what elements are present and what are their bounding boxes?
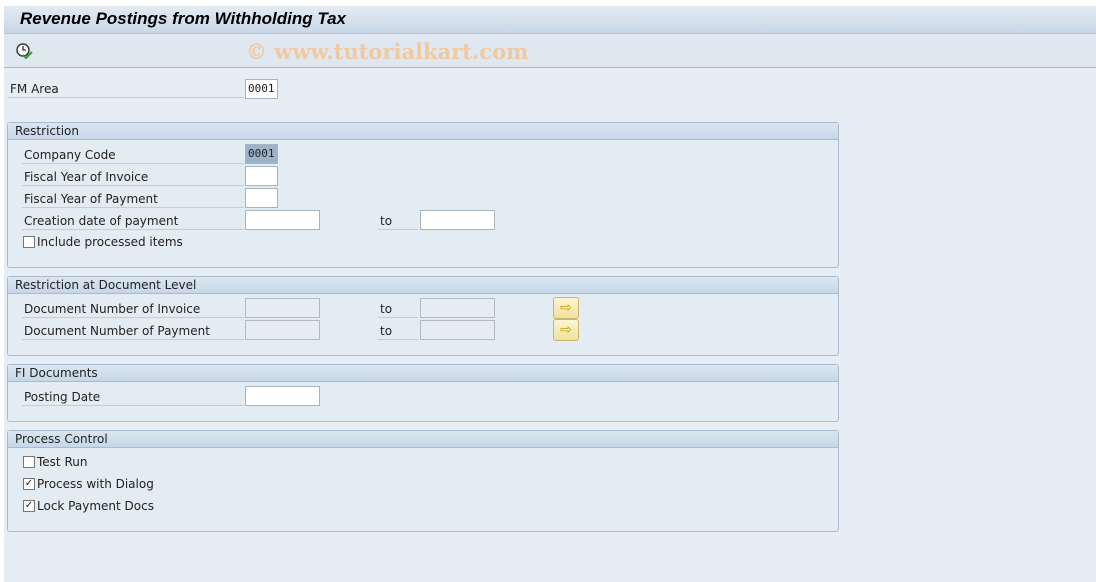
doc-level-title: Restriction at Document Level: [8, 277, 838, 294]
company-code-input[interactable]: 0001: [245, 144, 278, 164]
test-run-label: Test Run: [37, 455, 88, 469]
payment-doc-to-label: to: [378, 322, 418, 340]
fy-invoice-input[interactable]: [245, 166, 278, 186]
arrow-right-icon: ⇨: [560, 300, 572, 316]
posting-date-label: Posting Date: [22, 388, 244, 406]
fy-payment-input[interactable]: [245, 188, 278, 208]
page-title: Revenue Postings from Withholding Tax: [20, 9, 347, 28]
execute-icon[interactable]: [15, 42, 33, 60]
process-dialog-checkbox[interactable]: ✓: [23, 478, 35, 490]
creation-date-label: Creation date of payment: [22, 212, 244, 230]
fy-invoice-label: Fiscal Year of Invoice: [22, 168, 244, 186]
include-processed-label: Include processed items: [37, 235, 183, 249]
creation-date-to-input[interactable]: [420, 210, 495, 230]
process-control-title: Process Control: [8, 431, 838, 448]
company-code-label: Company Code: [22, 146, 244, 164]
screen: Revenue Postings from Withholding Tax © …: [4, 6, 1096, 582]
fm-area-input[interactable]: 0001: [245, 79, 278, 99]
invoice-doc-to-label: to: [378, 300, 418, 318]
invoice-multiple-selection-button[interactable]: ⇨: [553, 297, 579, 319]
lock-payment-docs-checkbox[interactable]: ✓: [23, 500, 35, 512]
lock-payment-docs-label: Lock Payment Docs: [37, 499, 154, 513]
test-run-checkbox[interactable]: [23, 456, 35, 468]
toolbar: © www.tutorialkart.com: [4, 34, 1096, 68]
restriction-title: Restriction: [8, 123, 838, 140]
title-bar: Revenue Postings from Withholding Tax: [4, 6, 1096, 34]
fm-area-label: FM Area: [8, 80, 244, 98]
creation-date-to-label: to: [378, 212, 418, 230]
fy-payment-label: Fiscal Year of Payment: [22, 190, 244, 208]
posting-date-input[interactable]: [245, 386, 320, 406]
payment-doc-to-input[interactable]: [420, 320, 495, 340]
invoice-doc-from-input[interactable]: [245, 298, 320, 318]
arrow-right-icon: ⇨: [560, 322, 572, 338]
invoice-doc-label: Document Number of Invoice: [22, 300, 244, 318]
creation-date-from-input[interactable]: [245, 210, 320, 230]
payment-doc-from-input[interactable]: [245, 320, 320, 340]
payment-multiple-selection-button[interactable]: ⇨: [553, 319, 579, 341]
invoice-doc-to-input[interactable]: [420, 298, 495, 318]
watermark: © www.tutorialkart.com: [246, 39, 529, 64]
include-processed-checkbox[interactable]: [23, 236, 35, 248]
process-dialog-label: Process with Dialog: [37, 477, 154, 491]
fi-documents-title: FI Documents: [8, 365, 838, 382]
payment-doc-label: Document Number of Payment: [22, 322, 244, 340]
